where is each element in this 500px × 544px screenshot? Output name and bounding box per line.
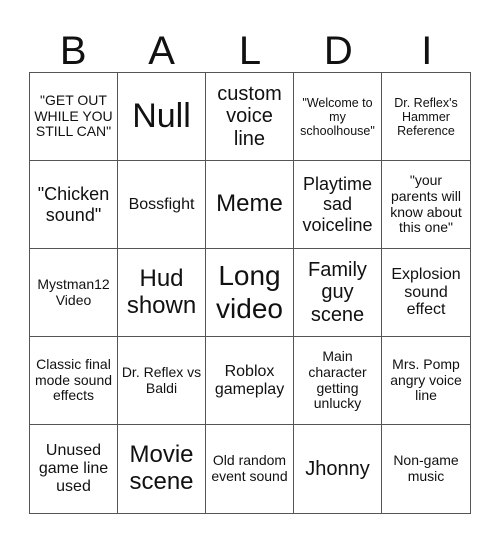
bingo-cell[interactable]: Playtime sad voiceline (294, 161, 382, 249)
bingo-cell[interactable]: Meme (206, 161, 294, 249)
bingo-cell[interactable]: Explosion sound effect (382, 249, 470, 337)
bingo-cell[interactable]: Movie scene (118, 425, 206, 513)
bingo-cell[interactable]: Null (118, 73, 206, 161)
header-letter-b: B (59, 29, 87, 73)
bingo-cell[interactable]: "your parents will know about this one" (382, 161, 470, 249)
bingo-cell[interactable]: Family guy scene (294, 249, 382, 337)
header-letter-i: I (421, 29, 433, 73)
header-letter-d: D (323, 29, 353, 73)
bingo-cell[interactable]: "Chicken sound" (30, 161, 118, 249)
bingo-cell[interactable]: "Welcome to my schoolhouse" (294, 73, 382, 161)
bingo-cell[interactable]: Hud shown (118, 249, 206, 337)
bingo-cell[interactable]: Old random event sound (206, 425, 294, 513)
bingo-cell[interactable]: Mrs. Pomp angry voice line (382, 337, 470, 425)
bingo-cell[interactable]: Dr. Reflex's Hammer Reference (382, 73, 470, 161)
bingo-cell[interactable]: Classic final mode sound effects (30, 337, 118, 425)
bingo-cell[interactable]: Roblox gameplay (206, 337, 294, 425)
bingo-cell[interactable]: Bossfight (118, 161, 206, 249)
bingo-cell[interactable]: Mystman12 Video (30, 249, 118, 337)
bingo-cell[interactable]: Jhonny (294, 425, 382, 513)
header-letter-a: A (148, 29, 175, 73)
bingo-cell[interactable]: Dr. Reflex vs Baldi (118, 337, 206, 425)
bingo-cell[interactable]: Long video (206, 249, 294, 337)
bingo-header: B A L D I (29, 30, 471, 72)
bingo-board: "GET OUT WHILE YOU STILL CAN" Null custo… (29, 72, 471, 514)
bingo-cell[interactable]: custom voice line (206, 73, 294, 161)
bingo-cell[interactable]: Non-game music (382, 425, 470, 513)
header-letter-l: L (238, 29, 262, 73)
bingo-cell[interactable]: "GET OUT WHILE YOU STILL CAN" (30, 73, 118, 161)
bingo-cell[interactable]: Unused game line used (30, 425, 118, 513)
bingo-cell[interactable]: Main character getting unlucky (294, 337, 382, 425)
